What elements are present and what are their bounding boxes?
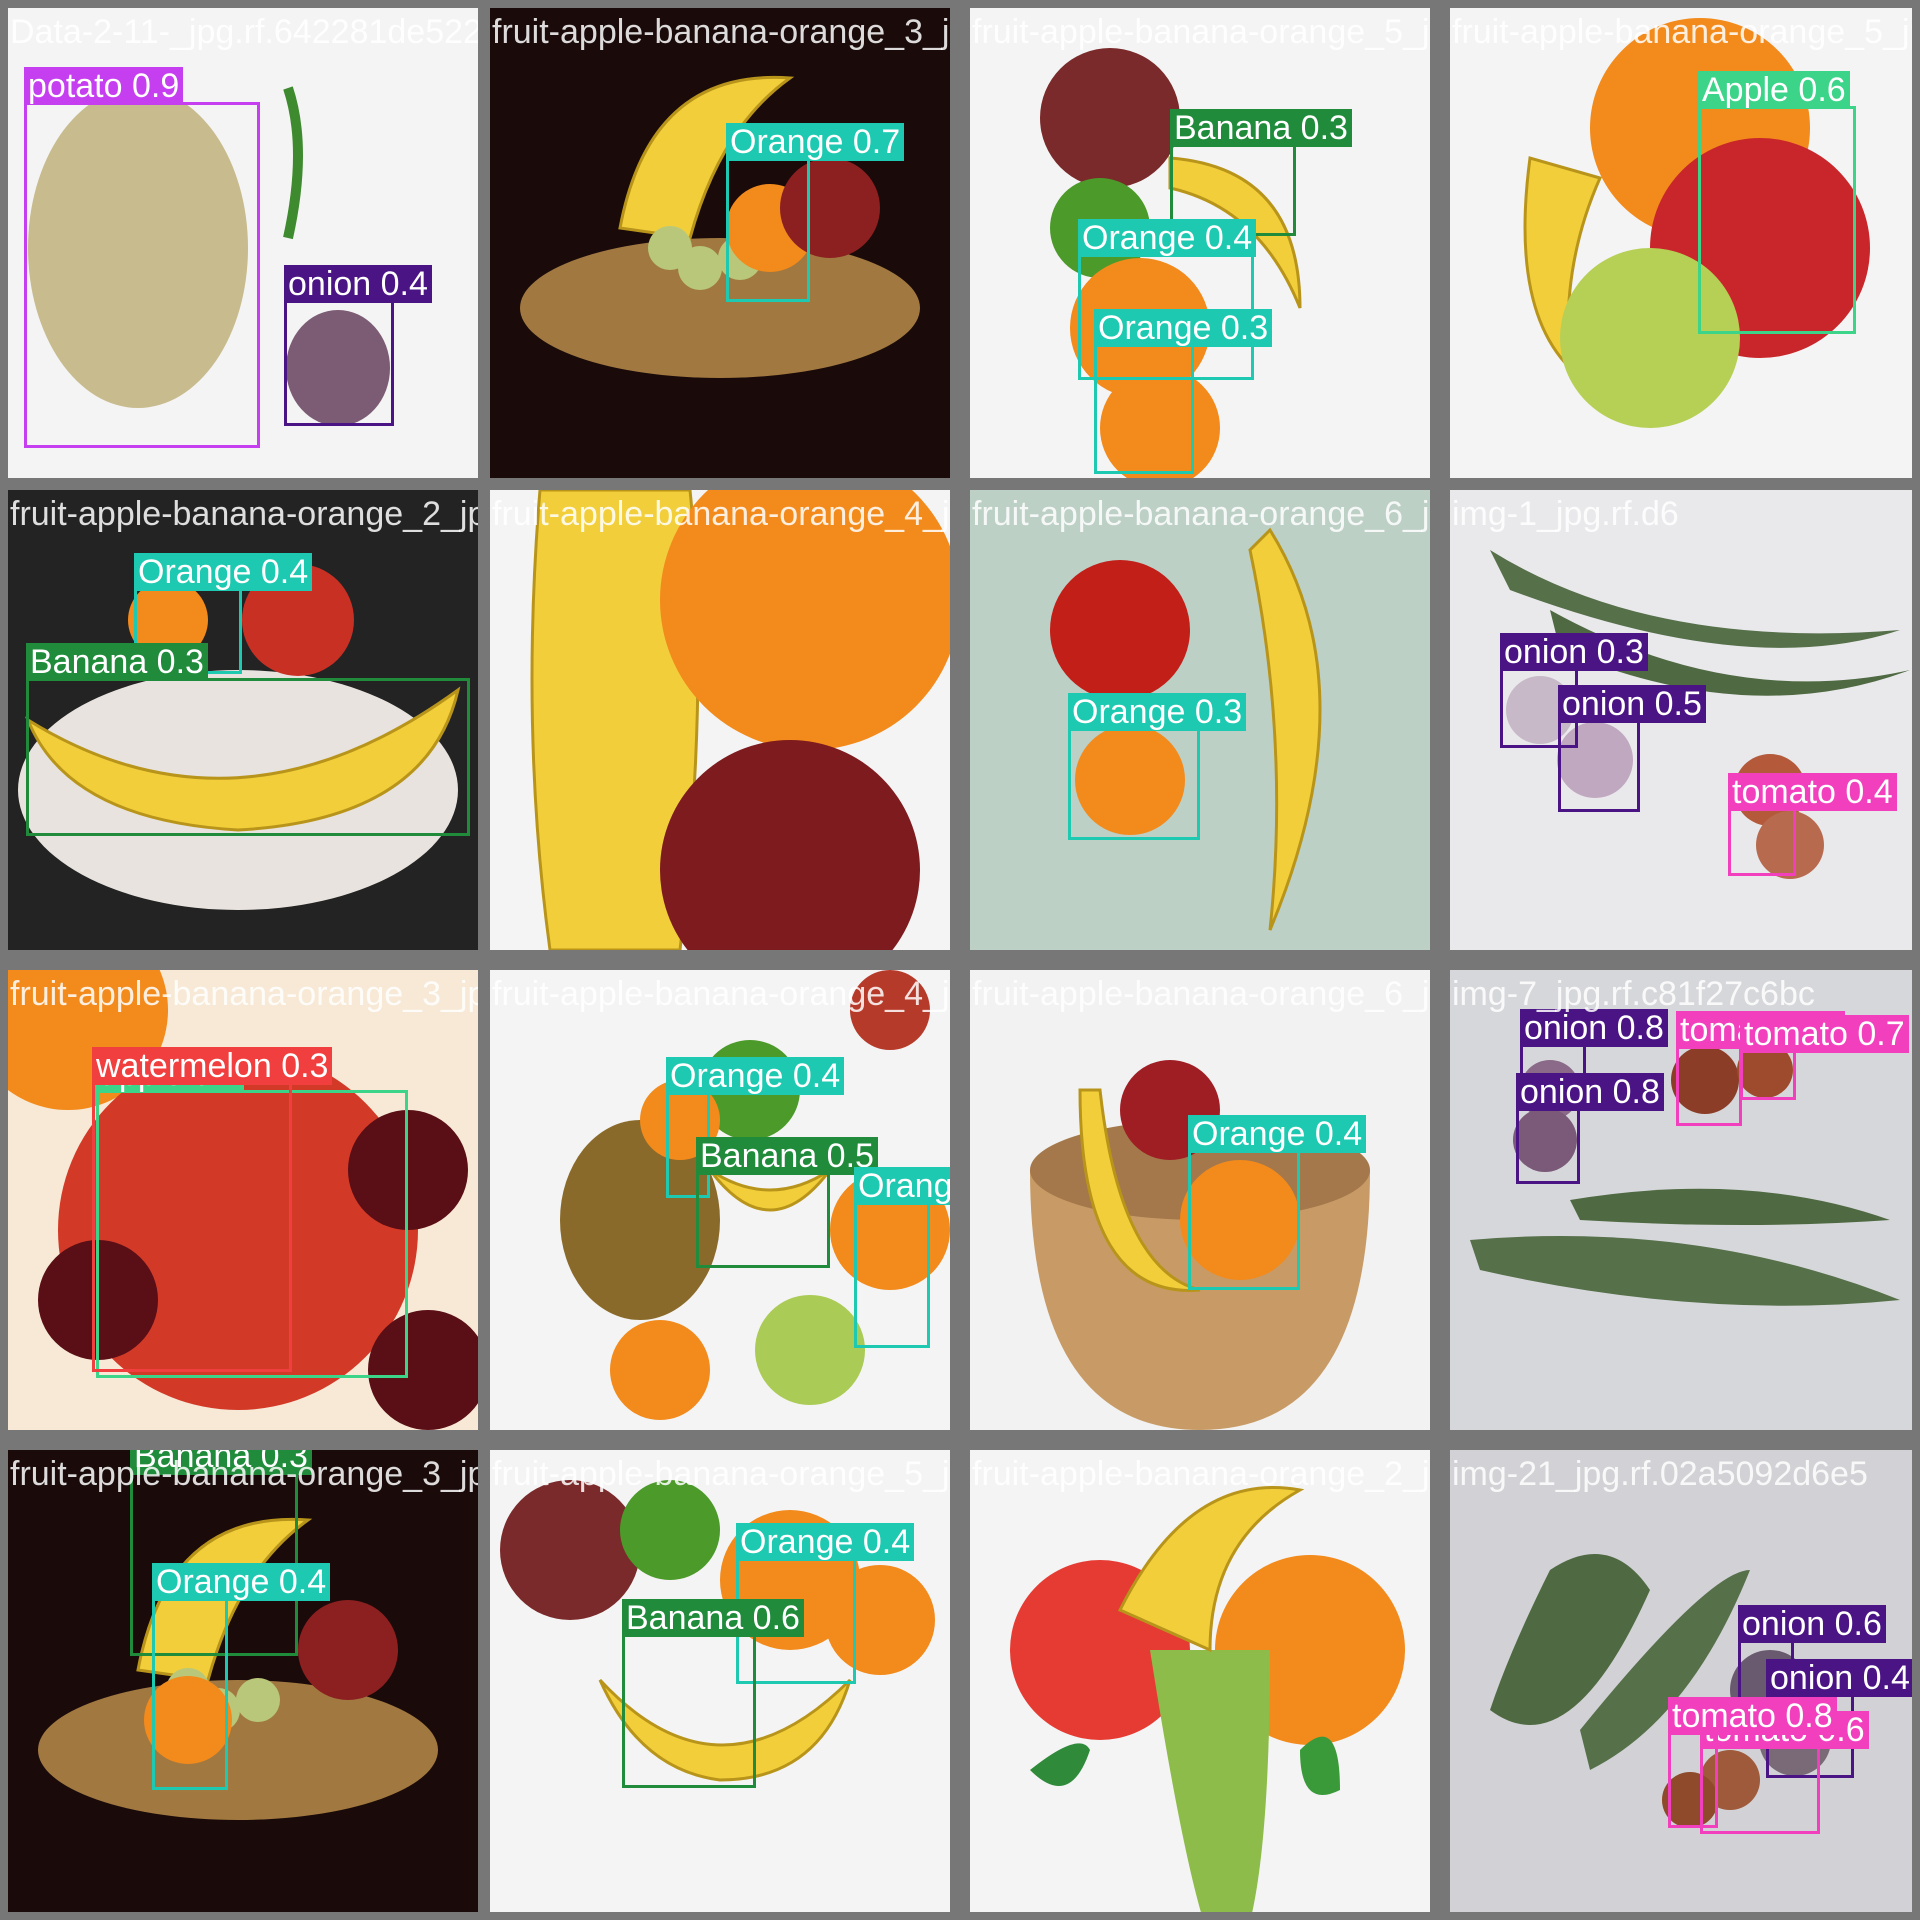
detection-label: Orange 0.7 — [726, 123, 905, 161]
image-filename: fruit-apple-banana-orange_5_jpg.rf — [972, 13, 1430, 51]
image-tile[interactable]: fruit-apple-banana-orange_4_jpg.rf Orange… — [490, 970, 950, 1430]
apple-fruit — [1040, 48, 1180, 188]
pear-fruit — [755, 1295, 865, 1405]
detection-label: Orange 0.4 — [134, 553, 313, 591]
image-tile[interactable]: fruit-apple-banana-orange_5_jpg.rf Banana… — [970, 8, 1430, 478]
image-tile[interactable]: img-1_jpg.rf.d6onion 0.3 onion 0.5 tomato … — [1450, 490, 1912, 950]
detection-label: onion 0.6 — [1738, 1605, 1886, 1643]
detection-label: tomato 0.7 — [1740, 1015, 1909, 1053]
detection-label: watermelon 0.3 — [92, 1047, 333, 1085]
detection-label: Banana 0.6 — [622, 1599, 804, 1637]
detection-box[interactable]: tomato 0.6 — [1700, 1711, 1869, 1834]
image-filename: fruit-apple-banana-orange_5_jpg.rf — [492, 1455, 950, 1493]
image-filename: fruit-apple-banana-orange_3_jpg.rf — [492, 13, 950, 51]
image-filename: fruit-apple-banana-orange_5_jpg.rf — [1452, 13, 1912, 51]
image-tile[interactable]: img-21_jpg.rf.02a5092d6e5onion 0.6 onion … — [1450, 1450, 1912, 1912]
detection-box[interactable]: potato 0.9 — [24, 67, 260, 448]
grape — [678, 246, 722, 290]
detection-box[interactable]: onion 0.5 — [1558, 685, 1706, 812]
image-filename: fruit-apple-banana-orange_4_jpg.rf — [492, 975, 950, 1013]
detection-label: Banana 0.3 — [26, 643, 208, 681]
detection-box[interactable]: tomato 0.7 — [1740, 1015, 1909, 1100]
detection-label: Orange 0.4 — [152, 1563, 331, 1601]
image-tile[interactable]: fruit-apple-banana-orange_3_jpg.rf Orange… — [490, 8, 950, 478]
detection-box[interactable]: Orange 0.7 — [726, 123, 905, 302]
detection-label: onion 0.4 — [1766, 1659, 1912, 1697]
image-filename: img-7_jpg.rf.c81f27c6bc — [1452, 975, 1815, 1013]
detection-box[interactable]: tomato 0.8 — [1668, 1697, 1837, 1828]
detection-label: onion 0.4 — [284, 265, 432, 303]
image-tile[interactable]: img-7_jpg.rf.c81f27c6bc onion 0.8 onion 0.… — [1450, 970, 1912, 1430]
detection-label: Orange 0.4 — [666, 1057, 845, 1095]
detection-label: Orange 0.4 — [854, 1167, 950, 1205]
detection-box[interactable]: onion 0.4 — [284, 265, 432, 426]
detection-box[interactable]: Orange 0.3 — [1068, 693, 1247, 840]
detection-label: onion 0.8 — [1516, 1073, 1664, 1111]
image-tile[interactable]: fruit-apple-banana-orange_6_jpg.rf Orange… — [970, 490, 1430, 950]
grape — [236, 1678, 280, 1722]
detection-box[interactable]: onion 0.8 — [1516, 1073, 1664, 1184]
detection-label: Orange 0.3 — [1094, 309, 1273, 347]
image-filename: fruit-apple-banana-orange_6_jpg.rf — [972, 975, 1430, 1013]
detection-box[interactable]: Apple 0.6 — [1698, 71, 1856, 334]
orange-fruit — [610, 1320, 710, 1420]
detection-label: potato 0.9 — [24, 67, 184, 105]
image-filename: img-1_jpg.rf.d6 — [1452, 495, 1679, 533]
image-filename: fruit-apple-banana-orange_3_jpg.rf — [10, 975, 478, 1013]
detection-label: Banana 0.5 — [696, 1137, 878, 1175]
mosaic-grid: Data-2-11-_jpg.rf.642281de522f8640e9b0c1… — [0, 0, 1920, 1920]
detection-label: Apple 0.6 — [1698, 71, 1850, 109]
detection-label: Orange 0.4 — [1188, 1115, 1367, 1153]
scene-illustration — [970, 1450, 1430, 1912]
apple-fruit — [620, 1480, 720, 1580]
image-tile[interactable]: fruit-apple-banana-orange_2_jpg.rf — [970, 1450, 1430, 1912]
detection-box[interactable]: Orange 0.3 — [1094, 309, 1273, 474]
apple-fruit — [298, 1600, 398, 1700]
image-tile[interactable]: fruit-apple-banana-orange_3_jpg.rfapple … — [8, 970, 478, 1430]
image-filename: fruit-apple-banana-orange_2_jpg.rf — [10, 495, 478, 533]
detection-box[interactable]: Banana 0.6 — [622, 1599, 804, 1788]
image-tile[interactable]: Data-2-11-_jpg.rf.642281de522f8640e9b0c1… — [8, 8, 478, 478]
detection-box[interactable]: Orange 0.4 — [152, 1563, 331, 1790]
image-filename: fruit-apple-banana-orange_3_jpg.rf — [10, 1455, 478, 1493]
image-tile[interactable]: fruit-apple-banana-orange_5_jpg.rf Apple … — [1450, 8, 1912, 478]
apple-fruit — [500, 1480, 640, 1620]
detection-label: Banana 0.3 — [1170, 109, 1352, 147]
detection-box[interactable]: tomato 0.4 — [1676, 1011, 1845, 1126]
detection-box[interactable]: tomato 0.4 — [1728, 773, 1897, 876]
image-filename: fruit-apple-banana-orange_4_jpg.rf — [492, 495, 950, 533]
image-filename: fruit-apple-banana-orange_6_jpg.rf — [972, 495, 1430, 533]
detection-label: Orange 0.4 — [1078, 219, 1257, 257]
image-tile[interactable]: fruit-apple-banana-orange_3_jpg.rfBanana… — [8, 1450, 478, 1912]
detection-box[interactable]: Banana 0.3 — [26, 643, 470, 836]
image-tile[interactable]: fruit-apple-banana-orange_2_jpg.rf Orange… — [8, 490, 478, 950]
detection-label: onion 0.3 — [1500, 633, 1648, 671]
detection-box[interactable]: Banana 0.5 — [696, 1137, 878, 1268]
image-tile[interactable]: fruit-apple-banana-orange_5_jpg.rf Orange… — [490, 1450, 950, 1912]
pear-fruit — [1050, 560, 1190, 700]
image-filename: fruit-apple-banana-orange_2_jpg.rf — [972, 1455, 1430, 1493]
detection-label: Orange 0.4 — [736, 1523, 915, 1561]
detection-label: tomato 0.8 — [1668, 1697, 1837, 1735]
detection-box[interactable]: Orange 0.4 — [1188, 1115, 1367, 1290]
detection-box[interactable]: watermelon 0.3 — [92, 1047, 333, 1372]
detection-label: tomato 0.4 — [1728, 773, 1897, 811]
detection-label: onion 0.8 — [1520, 1009, 1668, 1047]
scene-illustration — [490, 490, 950, 950]
image-filename: Data-2-11-_jpg.rf.642281de522f8640e9b0c1 — [10, 13, 478, 51]
scene-illustration — [490, 8, 950, 478]
image-tile[interactable]: fruit-apple-banana-orange_4_jpg.rf — [490, 490, 950, 950]
detection-label: Orange 0.3 — [1068, 693, 1247, 731]
image-tile[interactable]: fruit-apple-banana-orange_6_jpg.rf Orange… — [970, 970, 1430, 1430]
detection-label: onion 0.5 — [1558, 685, 1706, 723]
detection-box[interactable]: Orange 0.4 — [854, 1167, 950, 1348]
image-filename: img-21_jpg.rf.02a5092d6e5 — [1452, 1455, 1868, 1493]
